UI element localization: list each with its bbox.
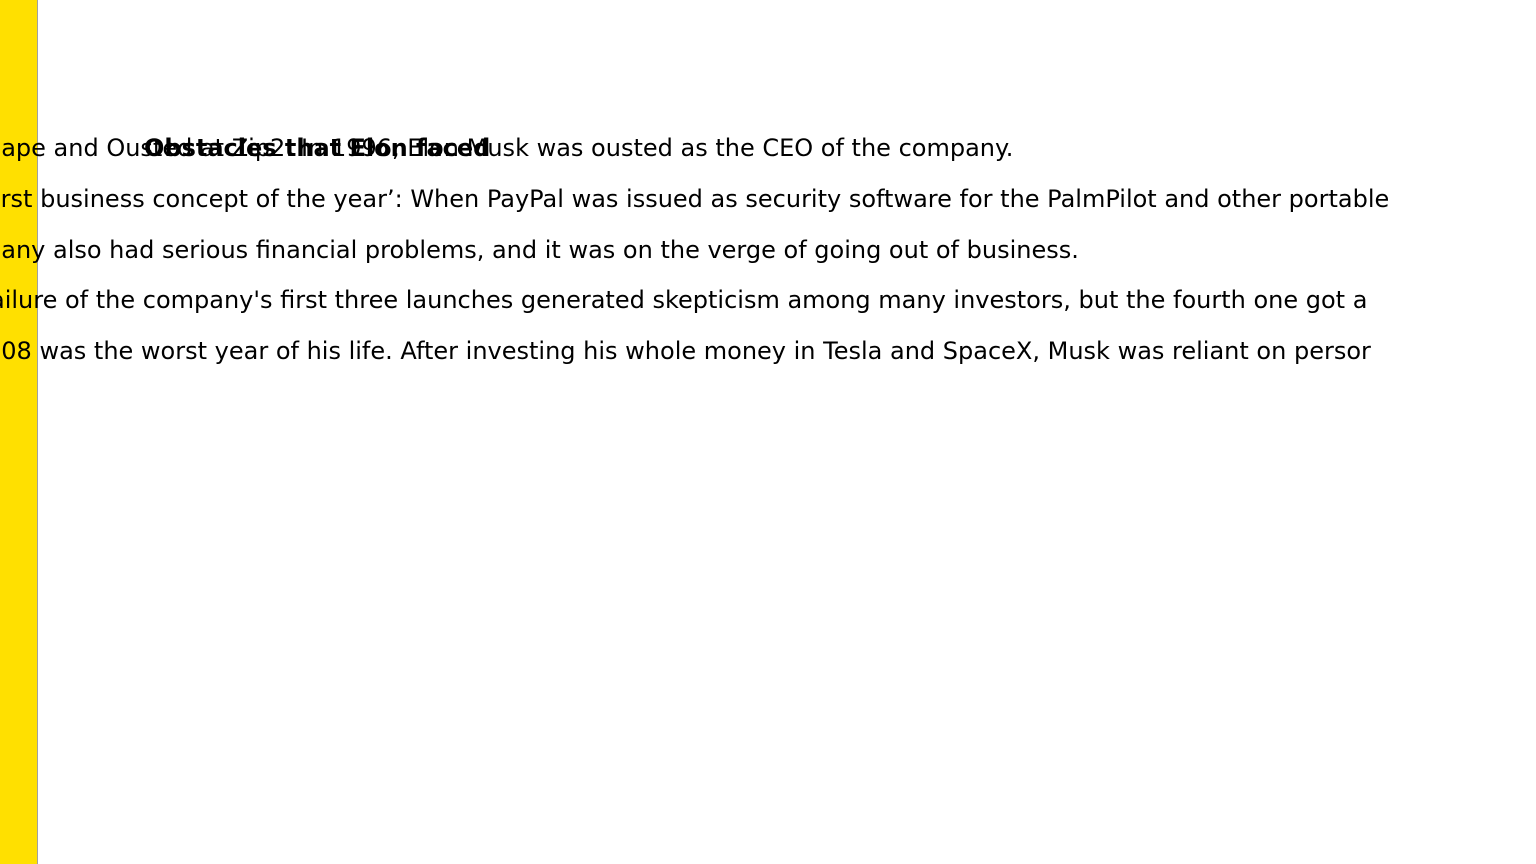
- text-line-3: pany also had serious financial problems…: [0, 236, 1079, 264]
- document-page: cape and Ousted at Zip2: In 1996, Elon M…: [0, 0, 1536, 864]
- text-line-2: orst business concept of the year’: When…: [0, 185, 1390, 213]
- text-line-4: ailure of the company's first three laun…: [0, 286, 1368, 314]
- sidebar-strip: [0, 0, 38, 864]
- page-heading: Obstacles that Elon faced: [144, 134, 491, 162]
- text-line-5: 008 was the worst year of his life. Afte…: [0, 337, 1371, 365]
